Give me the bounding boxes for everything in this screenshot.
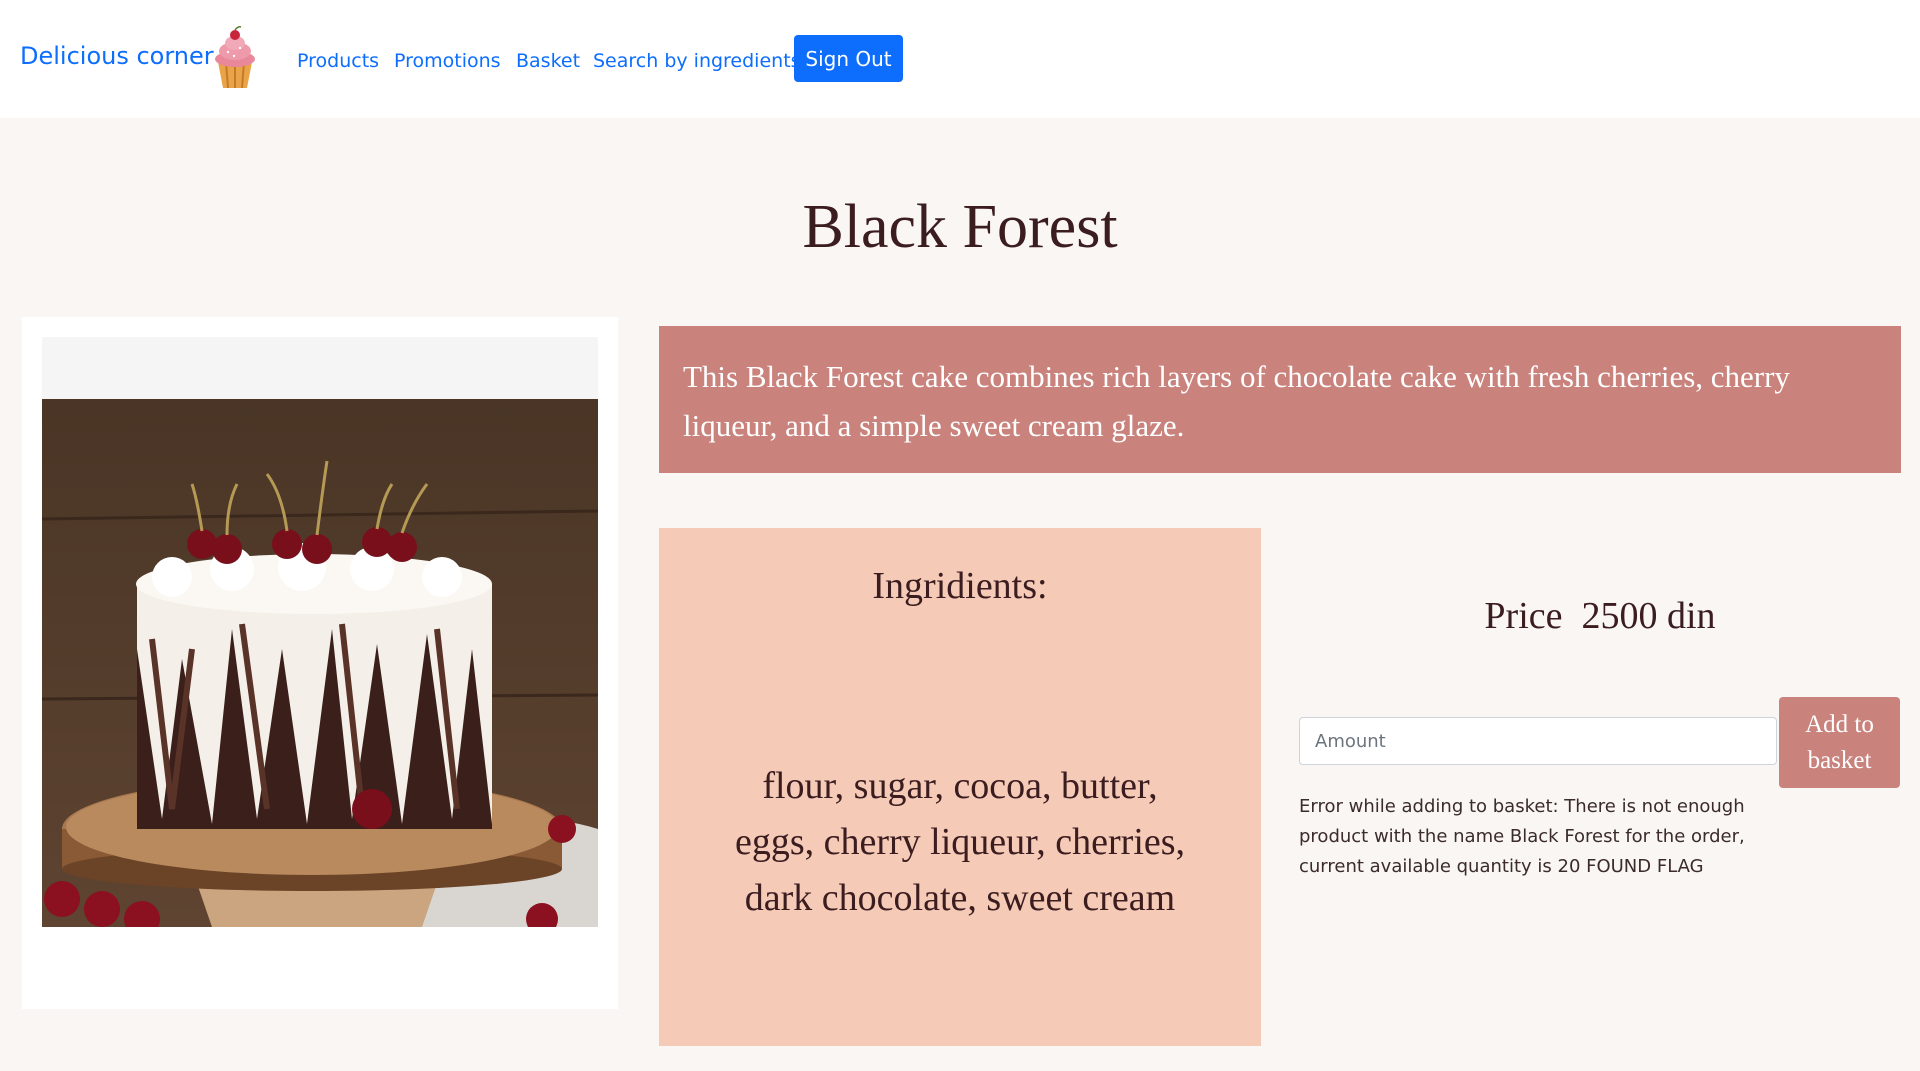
product-image [42, 399, 598, 927]
nav-search-ingredients-link[interactable]: Search by ingredients [593, 50, 801, 72]
amount-input[interactable] [1299, 717, 1777, 765]
sign-out-button[interactable]: Sign Out [794, 35, 903, 82]
product-image-card [22, 317, 618, 1009]
add-to-basket-button[interactable]: Add to basket [1779, 697, 1900, 788]
nav-basket-link[interactable]: Basket [516, 50, 580, 72]
nav-products-link[interactable]: Products [297, 50, 379, 72]
product-description: This Black Forest cake combines rich lay… [659, 326, 1901, 473]
nav-promotions-link[interactable]: Promotions [394, 50, 501, 72]
navbar: Delicious corner Products Promotions Bas… [0, 0, 1920, 118]
cupcake-icon [210, 26, 260, 90]
image-card-header [42, 337, 598, 399]
product-price: Price 2500 din [1484, 595, 1716, 637]
product-title: Black Forest [802, 193, 1118, 261]
brand-link[interactable]: Delicious corner [20, 42, 214, 70]
ingredients-title: Ingridients: [872, 565, 1048, 607]
ingredients-list: flour, sugar, cocoa, butter, eggs, cherr… [734, 765, 1186, 919]
error-message: Error while adding to basket: There is n… [1299, 796, 1745, 877]
ingredients-panel: Ingridients: flour, sugar, cocoa, butter… [659, 528, 1261, 1046]
